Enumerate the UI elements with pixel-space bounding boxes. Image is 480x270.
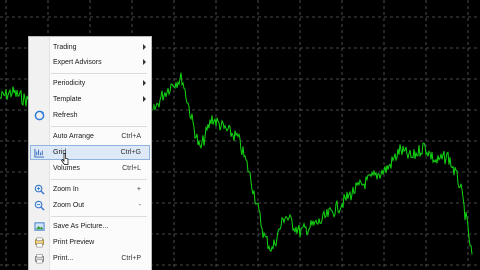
menu-item-label: Refresh	[53, 112, 78, 119]
menu-item-zoom-in[interactable]: Zoom In +	[31, 183, 149, 196]
menu-item-template[interactable]: Template	[31, 93, 149, 106]
menu-item-save-as-picture[interactable]: Save As Picture...	[31, 220, 149, 233]
menu-item-auto-arrange[interactable]: Auto Arrange Ctrl+A	[31, 130, 149, 143]
menu-item-shortcut: +	[136, 186, 141, 193]
submenu-arrow-icon	[143, 96, 146, 102]
menu-item-label: Print...	[53, 255, 74, 262]
menu-item-label: Auto Arrange	[53, 133, 94, 140]
menu-item-label: Zoom Out	[53, 202, 85, 209]
zoom-out-icon	[34, 200, 45, 211]
chart-context-menu: Trading Expert Advisors Periodicity Temp…	[28, 36, 152, 270]
menu-item-shortcut: Ctrl+P	[121, 255, 141, 262]
menu-item-label: Template	[53, 96, 82, 103]
chart-window[interactable]: Trading Expert Advisors Periodicity Temp…	[0, 0, 480, 270]
refresh-icon	[34, 110, 45, 121]
mouse-pointer-icon	[61, 153, 69, 165]
menu-item-grid[interactable]: Grid Ctrl+G	[30, 145, 150, 160]
menu-item-volumes[interactable]: Volumes Ctrl+L	[31, 162, 149, 175]
menu-separator	[51, 73, 147, 74]
submenu-arrow-icon	[143, 80, 146, 86]
submenu-arrow-icon	[143, 44, 146, 50]
zoom-in-icon	[34, 184, 45, 195]
submenu-arrow-icon	[143, 59, 146, 65]
print-preview-icon	[35, 237, 44, 248]
menu-separator	[51, 126, 147, 127]
menu-item-label: Expert Advisors	[53, 59, 102, 66]
menu-item-label: Zoom In	[53, 186, 79, 193]
menu-item-label: Save As Picture...	[53, 223, 109, 230]
menu-item-label: Print Preview	[53, 239, 95, 246]
menu-item-label: Periodicity	[53, 80, 86, 87]
menu-item-trading[interactable]: Trading	[31, 41, 149, 54]
menu-item-zoom-out[interactable]: Zoom Out -	[31, 199, 149, 212]
menu-item-refresh[interactable]: Refresh	[31, 109, 149, 122]
menu-item-print[interactable]: Print... Ctrl+P	[31, 252, 149, 265]
menu-item-label: Trading	[53, 44, 77, 51]
menu-item-label: Volumes	[53, 165, 80, 172]
menu-item-shortcut: Ctrl+L	[122, 165, 141, 172]
save-picture-icon	[34, 222, 45, 231]
menu-separator	[51, 179, 147, 180]
menu-item-shortcut: Ctrl+A	[121, 133, 141, 140]
menu-item-print-preview[interactable]: Print Preview	[31, 236, 149, 249]
grid-icon	[34, 148, 45, 158]
print-icon	[35, 254, 44, 264]
menu-item-shortcut: Ctrl+G	[120, 149, 141, 156]
menu-item-periodicity[interactable]: Periodicity	[31, 77, 149, 90]
menu-separator	[51, 216, 147, 217]
menu-item-expert-advisors[interactable]: Expert Advisors	[31, 56, 149, 69]
menu-item-shortcut: -	[138, 202, 141, 209]
